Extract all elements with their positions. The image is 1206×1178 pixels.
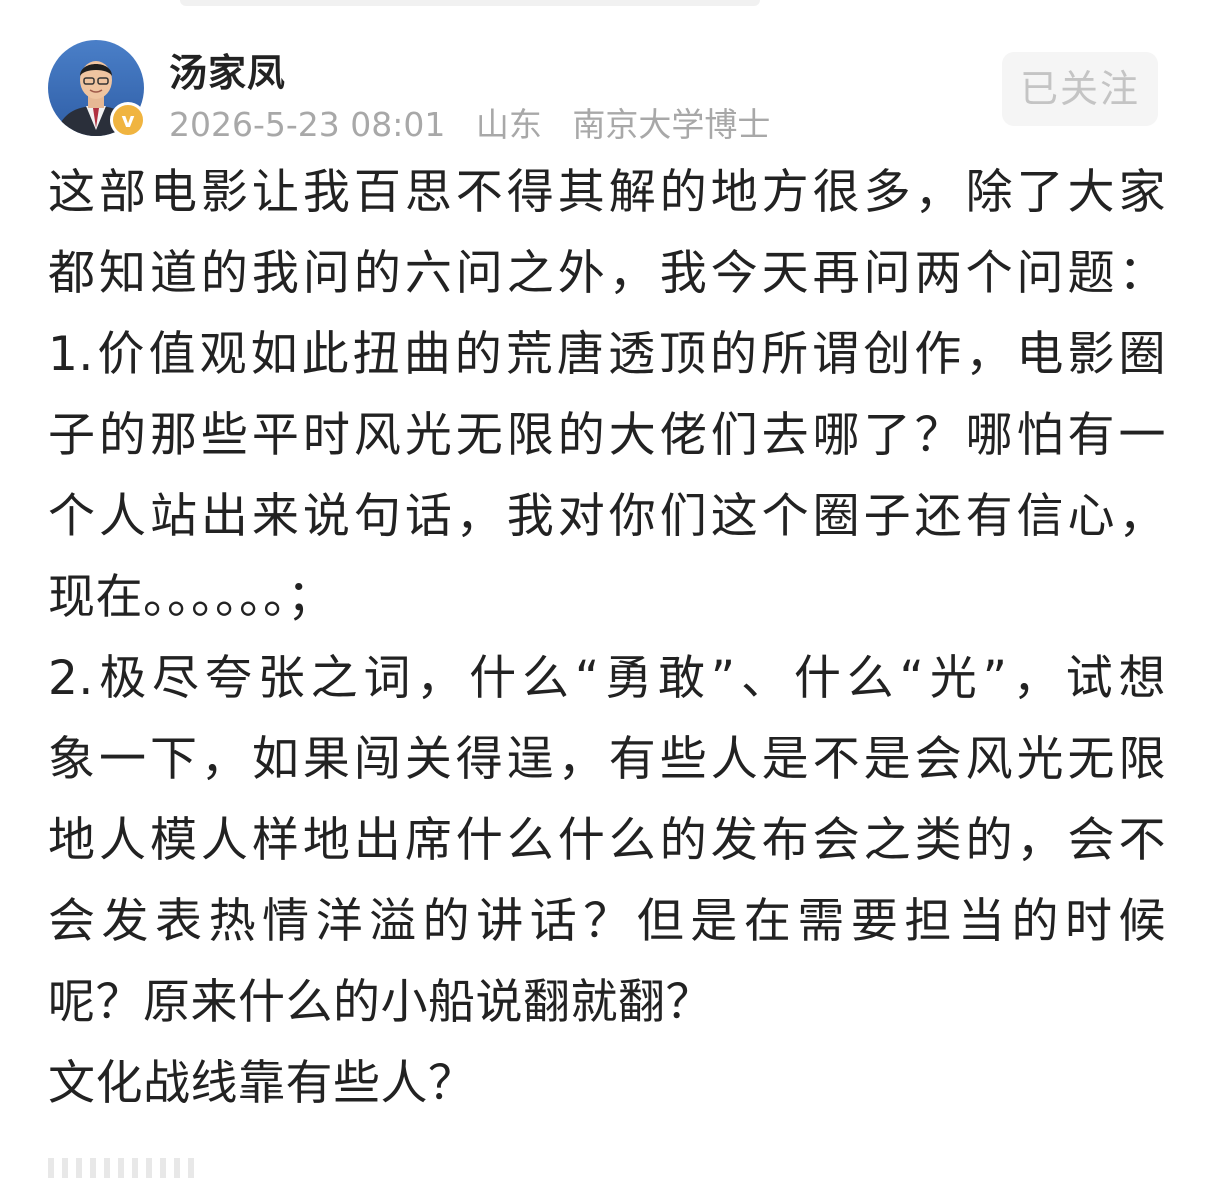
avatar[interactable]: v [48, 40, 146, 138]
post-meta: 2026-5-23 08:01 山东 南京大学博士 [169, 98, 790, 146]
verified-badge-icon: v [110, 102, 146, 138]
post-time: 2026-5-23 08:01 [169, 105, 446, 144]
username[interactable]: 汤家凤 [169, 42, 286, 97]
post-line: 这部电影让我百思不得其解的地方很多，除了大家 [48, 165, 1166, 220]
post-content: 这部电影让我百思不得其解的地方很多，除了大家 都知道的我问的六问之外，我今天再问… [48, 152, 1166, 1124]
post-line: 象一下，如果闯关得逞，有些人是不是会风光无限 [48, 732, 1166, 787]
post-line: 地人模人样地出席什么什么的发布会之类的，会不 [48, 813, 1166, 868]
follow-button[interactable]: 已关注 [1002, 52, 1158, 126]
user-bio: 南京大学博士 [572, 105, 771, 144]
post-line: 会发表热情洋溢的讲话？但是在需要担当的时候 [48, 894, 1166, 949]
top-fade [180, 0, 760, 6]
post-header: v 汤家凤 2026-5-23 08:01 山东 南京大学博士 已关注 [48, 40, 1160, 144]
post-line: 现在。。。。。。； [48, 570, 335, 625]
post-line: 文化战线靠有些人？ [48, 1056, 476, 1111]
post-line: 子的那些平时风光无限的大佬们去哪了？哪怕有一 [48, 408, 1166, 463]
post-line: 个人站出来说句话，我对你们这个圈子还有信心， [48, 489, 1166, 544]
weibo-post-page: v 汤家凤 2026-5-23 08:01 山东 南京大学博士 已关注 这部电影… [0, 0, 1206, 1178]
post-line: 1.价值观如此扭曲的荒唐透顶的所谓创作，电影圈 [48, 327, 1166, 382]
bottom-decoration [48, 1158, 198, 1178]
post-line: 2.极尽夸张之词，什么“勇敢”、什么“光”，试想 [48, 651, 1166, 706]
post-location: 山东 [475, 105, 542, 144]
post-line: 呢？原来什么的小船说翻就翻？ [48, 975, 713, 1030]
post-line: 都知道的我问的六问之外，我今天再问两个问题： [48, 246, 1166, 301]
